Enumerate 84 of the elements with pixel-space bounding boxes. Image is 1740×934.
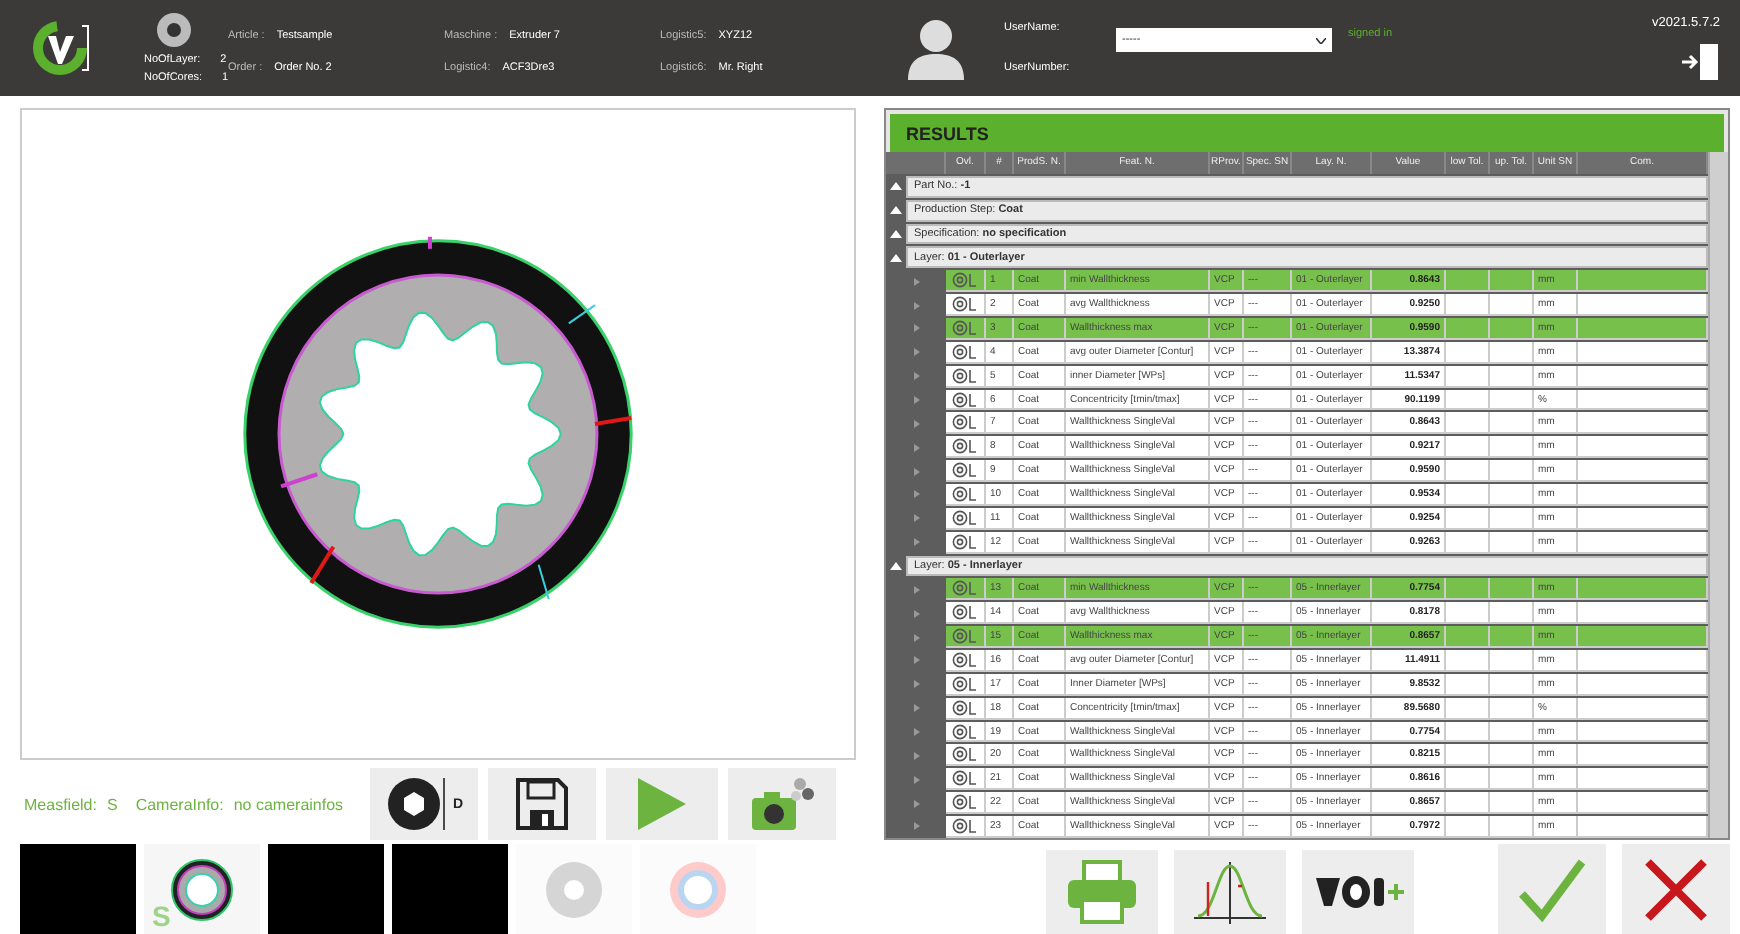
expand-icon[interactable]	[913, 704, 919, 713]
overlay-icon	[952, 723, 978, 740]
expand-icon[interactable]	[913, 799, 919, 808]
expand-icon[interactable]	[913, 467, 919, 476]
expand-icon[interactable]	[913, 324, 919, 333]
overlay-icon	[952, 509, 978, 526]
expand-icon[interactable]	[913, 609, 919, 618]
overlay-icon	[952, 794, 978, 811]
overlay-icon	[952, 580, 978, 597]
collapse-icon[interactable]	[890, 230, 902, 238]
expand-icon[interactable]	[913, 490, 919, 499]
expand-icon[interactable]	[913, 728, 919, 737]
expand-icon[interactable]	[913, 585, 919, 594]
expand-icon[interactable]	[913, 656, 919, 665]
overlay-icon	[952, 343, 978, 360]
overlay-icon	[952, 651, 978, 668]
camera-icon	[748, 774, 816, 834]
play-button[interactable]	[606, 768, 718, 840]
logo-icon	[32, 18, 92, 78]
overlay-icon	[952, 699, 978, 716]
distribution-button[interactable]	[1174, 850, 1286, 934]
expand-icon[interactable]	[913, 822, 919, 831]
overlay-icon	[952, 533, 978, 550]
collapse-icon[interactable]	[890, 562, 902, 571]
expand-icon[interactable]	[913, 348, 919, 357]
status-label: CameraInfo:	[135, 795, 224, 813]
expand-icon[interactable]	[913, 301, 919, 310]
collapse-icon[interactable]	[890, 253, 902, 262]
caret-icon	[1316, 37, 1326, 43]
expand-icon[interactable]	[913, 633, 919, 642]
collapse-icon[interactable]	[890, 206, 902, 215]
cancel-button[interactable]	[1622, 844, 1730, 934]
bell-curve-icon	[1190, 858, 1270, 926]
expand-icon[interactable]	[913, 372, 919, 381]
confirm-button[interactable]	[1498, 844, 1606, 934]
camera-button[interactable]	[728, 768, 836, 840]
thumbnail[interactable]	[392, 844, 512, 934]
close-icon	[1644, 857, 1708, 921]
overlay-icon	[952, 604, 978, 621]
ring-thumbnail-icon	[168, 855, 236, 923]
disc-icon	[544, 859, 604, 919]
expand-icon[interactable]	[913, 514, 919, 523]
expand-icon[interactable]	[913, 680, 919, 689]
overlay-icon	[952, 675, 978, 692]
thumbnail-label: S	[152, 900, 171, 932]
results-title: RESULTS	[886, 110, 1728, 152]
thumbnail[interactable]	[268, 844, 388, 934]
expand-icon[interactable]	[913, 396, 919, 405]
overlay-icon	[952, 272, 978, 289]
checkmark-icon	[1518, 857, 1586, 921]
overlay-icon	[952, 770, 978, 787]
expand-icon[interactable]	[913, 751, 919, 760]
overlay-icon	[952, 296, 978, 313]
overlay-icon	[952, 391, 978, 408]
overlay-icon	[952, 414, 978, 431]
status-label: Measfield:	[24, 795, 97, 813]
status-value: no camerainfos	[233, 795, 344, 813]
play-icon	[638, 778, 686, 830]
user-avatar-icon	[904, 16, 968, 80]
tube-icon	[668, 859, 728, 919]
exit-icon[interactable]	[1680, 41, 1720, 81]
expand-icon[interactable]	[913, 538, 919, 547]
save-button[interactable]	[488, 768, 596, 840]
expand-icon[interactable]	[913, 775, 919, 784]
diameter-icon	[384, 774, 449, 834]
expand-icon[interactable]	[913, 443, 919, 452]
expand-icon[interactable]	[913, 277, 919, 286]
collapse-icon[interactable]	[890, 182, 902, 191]
status-value: S	[106, 795, 118, 813]
overlay-icon	[952, 438, 978, 455]
overlay-icon	[952, 319, 978, 336]
overlay-icon	[952, 746, 978, 763]
disc-icon	[156, 12, 192, 48]
printer-icon	[1066, 860, 1138, 924]
shapes-add-button[interactable]	[1302, 850, 1414, 934]
overlay-icon	[952, 485, 978, 502]
overlay-icon	[952, 628, 978, 645]
overlay-icon	[952, 367, 978, 384]
thumbnail[interactable]	[20, 844, 140, 934]
print-button[interactable]	[1046, 850, 1158, 934]
save-icon	[514, 776, 570, 832]
expand-icon[interactable]	[913, 419, 919, 428]
overlay-icon	[952, 462, 978, 479]
shapes-add-icon	[1312, 870, 1404, 914]
